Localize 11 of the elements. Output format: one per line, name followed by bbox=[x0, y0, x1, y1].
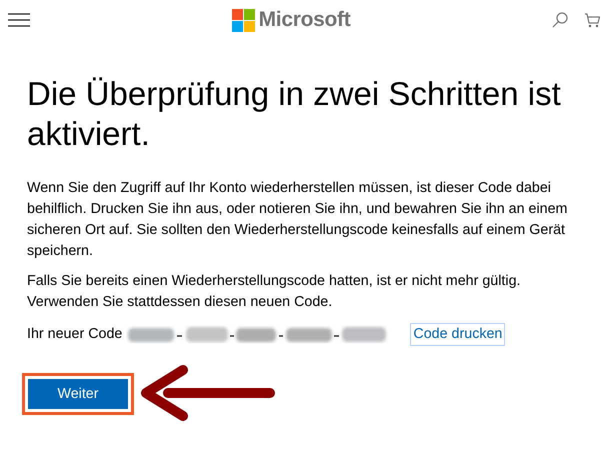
body-text: Wenn Sie den Zugriff auf Ihr Konto wiederherstellen müssen, ist dieser Code dabei behilflich. Drucken Sie ihn aus, oder notieren Sie ihn, und bewahren Sie ihn an einem sicheren Ort auf. Sie sollten den Wiederherstellungscode keinesfalls auf einem Gerät speichern. bbox=[27, 179, 568, 261]
cart-icon[interactable] bbox=[584, 12, 600, 28]
body-text: Falls Sie bereits einen Wiederherstellungscode hatten, ist er nicht mehr gültig. Verwenden Sie stattdessen diesen neuen Code. bbox=[27, 272, 522, 312]
menu-icon[interactable] bbox=[8, 13, 30, 27]
code-label: Ihr neuer Code bbox=[27, 325, 122, 344]
search-icon[interactable] bbox=[552, 12, 568, 28]
print-code-link[interactable]: Code drucken bbox=[410, 323, 506, 346]
continue-button[interactable]: Weiter bbox=[28, 379, 128, 410]
page-heading: Die Überprüfung in zwei Schritten ist aktiviert. bbox=[27, 74, 562, 154]
brand-name: Microsoft bbox=[258, 7, 350, 34]
logo-icon bbox=[232, 8, 255, 32]
